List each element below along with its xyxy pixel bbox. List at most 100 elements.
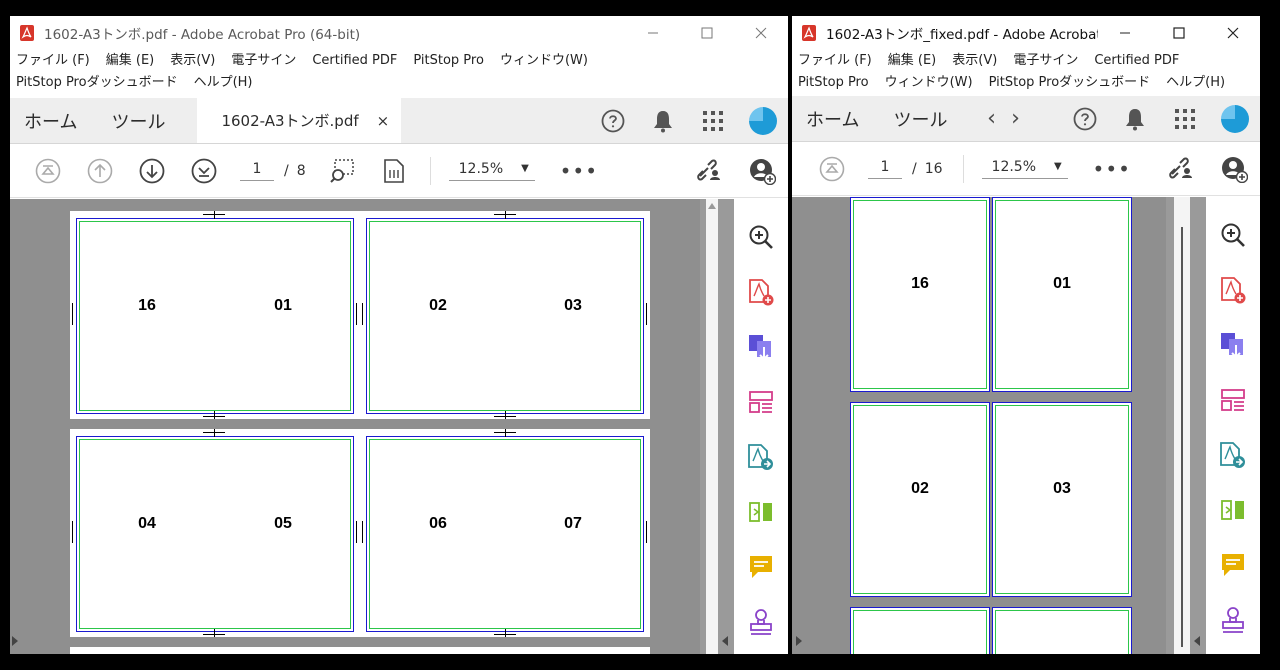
comment-icon[interactable] [1220, 537, 1246, 592]
apps-grid-icon[interactable] [688, 98, 738, 143]
export-pdf-icon[interactable] [747, 319, 775, 374]
menu-pitstop-dashboard[interactable]: PitStop Proダッシュボード [16, 72, 186, 94]
acrobat-app-icon [802, 25, 816, 41]
tab-tools[interactable]: ツール [91, 98, 179, 143]
create-pdf-icon[interactable] [748, 264, 774, 319]
stamp-icon[interactable] [1220, 592, 1246, 647]
stamp-icon[interactable] [748, 594, 774, 649]
bell-icon[interactable] [1110, 96, 1160, 141]
imposed-sheet-2: 04 05 06 07 [70, 429, 650, 637]
help-icon[interactable] [1060, 96, 1110, 141]
zoom-dropdown[interactable]: 12.5% ▼ [981, 159, 1068, 179]
zoom-in-icon[interactable] [748, 209, 774, 264]
page-number-input[interactable]: 1 [868, 159, 902, 179]
more-options-icon[interactable]: ••• [1086, 157, 1138, 181]
page-label-03: 03 [564, 297, 582, 314]
minimize-icon[interactable] [626, 16, 680, 50]
window-title: 1602-A3トンボ.pdf - Adobe Acrobat Pro (64-b… [44, 27, 361, 43]
menu-esign[interactable]: 電子サイン [231, 50, 304, 72]
menu-certified-pdf[interactable]: Certified PDF [312, 50, 405, 72]
tab-tools[interactable]: ツール [873, 96, 961, 141]
menu-pitstop-pro[interactable]: PitStop Pro [413, 50, 492, 72]
vertical-scrollbar[interactable] [1174, 197, 1190, 654]
title-bar: 1602-A3トンボ_fixed.pdf - Adobe Acrobat... [792, 16, 1260, 50]
tab-home[interactable]: ホーム [10, 98, 91, 143]
title-bar: 1602-A3トンボ.pdf - Adobe Acrobat Pro (64-b… [10, 16, 788, 50]
scroll-right-arrow[interactable] [796, 636, 802, 646]
tab-home[interactable]: ホーム [792, 96, 873, 141]
menu-edit[interactable]: 編集 (E) [888, 50, 945, 72]
crop-mark [646, 303, 647, 325]
crop-mark [214, 429, 215, 437]
maximize-icon[interactable] [1152, 16, 1206, 50]
page-label-07: 07 [564, 515, 582, 532]
next-page-icon[interactable] [126, 158, 178, 184]
menu-help[interactable]: ヘルプ(H) [194, 72, 261, 94]
page-card [366, 218, 644, 414]
account-avatar[interactable] [738, 98, 788, 143]
page-number-input[interactable]: 1 [240, 161, 274, 181]
zoom-dropdown[interactable]: 12.5% ▼ [448, 161, 535, 181]
crop-mark [362, 303, 363, 325]
crop-mark [214, 629, 215, 637]
prev-page-icon[interactable] [74, 158, 126, 184]
account-avatar[interactable] [1210, 96, 1260, 141]
bell-icon[interactable] [638, 98, 688, 143]
crop-mark [214, 411, 215, 419]
scroll-right-arrow[interactable] [12, 636, 18, 646]
menu-window[interactable]: ウィンドウ(W) [885, 72, 981, 94]
tab-close-icon[interactable]: × [377, 112, 390, 130]
add-user-icon[interactable] [1208, 155, 1260, 183]
organize-pages-icon[interactable] [748, 374, 774, 429]
more-options-icon[interactable]: ••• [553, 159, 605, 183]
vertical-scrollbar[interactable] [706, 199, 718, 654]
send-pdf-icon[interactable] [747, 429, 775, 484]
avatar [749, 106, 777, 135]
scroll-left-arrow[interactable] [1194, 636, 1200, 646]
help-icon[interactable] [588, 98, 638, 143]
menu-view[interactable]: 表示(V) [952, 50, 1005, 72]
menu-esign[interactable]: 電子サイン [1013, 50, 1086, 72]
create-pdf-icon[interactable] [1220, 262, 1246, 317]
page-label-02: 02 [911, 480, 929, 497]
zoom-in-icon[interactable] [1220, 207, 1246, 262]
menu-pitstop-dashboard[interactable]: PitStop Proダッシュボード [989, 72, 1159, 94]
menu-file[interactable]: ファイル (F) [16, 50, 98, 72]
scroll-left-arrow[interactable] [722, 636, 728, 646]
menu-file[interactable]: ファイル (F) [798, 50, 880, 72]
minimize-icon[interactable] [1098, 16, 1152, 50]
first-page-icon[interactable] [22, 158, 74, 184]
export-pdf-icon[interactable] [1219, 317, 1247, 372]
comment-icon[interactable] [748, 539, 774, 594]
compare-icon[interactable] [748, 484, 774, 539]
zoom-marquee-icon[interactable] [316, 158, 368, 184]
close-icon[interactable] [1206, 16, 1260, 50]
page-fit-icon[interactable] [368, 158, 420, 184]
first-page-icon[interactable] [806, 156, 858, 182]
tab-spacer [401, 98, 588, 143]
compare-icon[interactable] [1220, 482, 1246, 537]
send-pdf-icon[interactable] [1219, 427, 1247, 482]
close-icon[interactable] [734, 16, 788, 50]
nav-prev-icon[interactable]: ‹ [979, 96, 1003, 141]
document-viewport[interactable]: 16 01 02 03 [792, 197, 1260, 654]
tab-document[interactable]: 1602-A3トンボ.pdf × [197, 98, 402, 143]
apps-grid-icon[interactable] [1160, 96, 1210, 141]
last-page-icon[interactable] [178, 158, 230, 184]
menu-pitstop-pro[interactable]: PitStop Pro [798, 72, 877, 94]
tools-rail [734, 199, 788, 654]
nav-next-icon[interactable]: › [1003, 96, 1027, 141]
scroll-thumb[interactable] [1181, 227, 1183, 647]
menu-certified-pdf[interactable]: Certified PDF [1094, 50, 1187, 72]
menu-view[interactable]: 表示(V) [170, 50, 223, 72]
add-user-icon[interactable] [736, 157, 788, 185]
maximize-icon[interactable] [680, 16, 734, 50]
share-link-icon[interactable] [1156, 156, 1208, 182]
menu-window[interactable]: ウィンドウ(W) [500, 50, 596, 72]
menu-edit[interactable]: 編集 (E) [106, 50, 163, 72]
organize-pages-icon[interactable] [1220, 372, 1246, 427]
menu-help[interactable]: ヘルプ(H) [1166, 72, 1233, 94]
document-viewport[interactable]: 16 01 02 03 04 05 06 07 [10, 199, 788, 654]
share-link-icon[interactable] [684, 158, 736, 184]
toolbar-divider [962, 154, 964, 183]
